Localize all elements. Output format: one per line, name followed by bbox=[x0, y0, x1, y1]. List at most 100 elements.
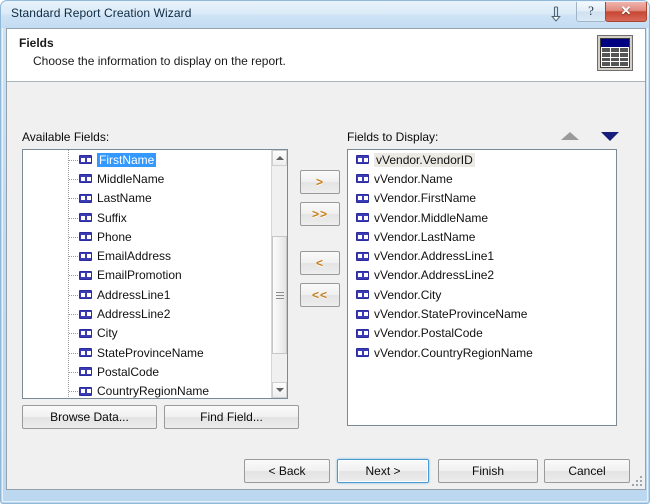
list-item[interactable]: MiddleName bbox=[23, 169, 270, 188]
sort-arrow-group bbox=[557, 127, 627, 145]
list-item[interactable]: vVendor.MiddleName bbox=[348, 208, 616, 227]
list-item[interactable]: vVendor.VendorID bbox=[348, 150, 616, 169]
field-icon bbox=[356, 193, 369, 203]
find-field-button[interactable]: Find Field... bbox=[164, 405, 299, 429]
list-item-label: CountryRegionName bbox=[97, 384, 210, 398]
dialog-client-area: Fields Choose the information to display… bbox=[6, 28, 646, 490]
scroll-down-button[interactable] bbox=[272, 382, 287, 398]
list-item-label: vVendor.PostalCode bbox=[374, 326, 483, 341]
field-icon bbox=[356, 270, 369, 280]
available-fields-label: Available Fields: bbox=[22, 130, 110, 144]
list-item[interactable]: EmailPromotion bbox=[23, 266, 270, 285]
list-item[interactable]: AddressLine1 bbox=[23, 285, 270, 304]
list-item[interactable]: AddressLine2 bbox=[23, 304, 270, 323]
scroll-up-button[interactable] bbox=[272, 150, 287, 166]
field-icon bbox=[79, 213, 92, 223]
sort-down-arrow-icon[interactable] bbox=[597, 127, 623, 145]
add-all-fields-button[interactable]: >> bbox=[300, 202, 340, 226]
available-items-container: FirstName MiddleName LastName Suffix Phone Em… bbox=[23, 150, 270, 398]
field-icon bbox=[79, 290, 92, 300]
list-item[interactable]: vVendor.StateProvinceName bbox=[348, 304, 616, 323]
list-item[interactable]: CountryRegionName bbox=[23, 382, 270, 398]
list-item[interactable]: vVendor.City bbox=[348, 285, 616, 304]
caret-up-icon bbox=[275, 156, 284, 160]
list-item[interactable]: vVendor.LastName bbox=[348, 227, 616, 246]
list-item-label: Suffix bbox=[97, 210, 127, 225]
page-title: Fields bbox=[19, 36, 54, 50]
list-item[interactable]: vVendor.FirstName bbox=[348, 189, 616, 208]
help-button[interactable]: ? bbox=[576, 2, 606, 22]
list-item-label: vVendor.CountryRegionName bbox=[374, 345, 533, 360]
list-item[interactable]: FirstName bbox=[23, 150, 270, 169]
list-item-label: AddressLine2 bbox=[97, 307, 171, 322]
browse-data-button[interactable]: Browse Data... bbox=[22, 405, 157, 429]
resize-grip[interactable] bbox=[631, 475, 643, 487]
list-item[interactable]: vVendor.AddressLine2 bbox=[348, 266, 616, 285]
list-item-label: vVendor.FirstName bbox=[374, 191, 477, 206]
table-grid-icon bbox=[597, 35, 633, 71]
list-item[interactable]: StateProvinceName bbox=[23, 343, 270, 362]
field-icon bbox=[79, 386, 92, 396]
add-field-button[interactable]: > bbox=[300, 170, 340, 194]
field-icon bbox=[356, 309, 369, 319]
list-item[interactable]: PostalCode bbox=[23, 362, 270, 381]
available-fields-listbox[interactable]: FirstName MiddleName LastName Suffix Phone Em… bbox=[22, 149, 288, 399]
list-item-label: MiddleName bbox=[97, 171, 165, 186]
next-button[interactable]: Next > bbox=[337, 459, 429, 483]
list-item[interactable]: vVendor.Name bbox=[348, 169, 616, 188]
sort-up-arrow-icon[interactable] bbox=[557, 127, 583, 145]
field-icon bbox=[79, 348, 92, 358]
list-item[interactable]: vVendor.AddressLine1 bbox=[348, 246, 616, 265]
display-fields-items: vVendor.VendorID vVendor.Name vVendor.Firs… bbox=[348, 150, 616, 425]
cancel-button[interactable]: Cancel bbox=[544, 459, 630, 483]
list-item-label: City bbox=[97, 326, 118, 341]
wizard-header: Fields Choose the information to display… bbox=[7, 29, 645, 82]
list-item-label: AddressLine1 bbox=[97, 287, 171, 302]
list-item-label: vVendor.MiddleName bbox=[374, 210, 489, 225]
field-icon bbox=[356, 232, 369, 242]
list-item-label: vVendor.City bbox=[374, 287, 442, 302]
list-item-label: vVendor.StateProvinceName bbox=[374, 307, 528, 322]
list-item[interactable]: vVendor.CountryRegionName bbox=[348, 343, 616, 362]
title-bar: Standard Report Creation Wizard ? ✕ bbox=[1, 1, 649, 28]
scrollbar-thumb[interactable] bbox=[272, 236, 287, 354]
page-subtitle: Choose the information to display on the… bbox=[33, 54, 286, 68]
field-icon bbox=[356, 174, 369, 184]
field-icon bbox=[356, 155, 369, 165]
field-icon bbox=[79, 193, 92, 203]
list-item[interactable]: vVendor.PostalCode bbox=[348, 324, 616, 343]
list-item[interactable]: City bbox=[23, 324, 270, 343]
field-icon bbox=[79, 328, 92, 338]
available-fields-items: FirstName MiddleName LastName Suffix Phone Em… bbox=[23, 150, 270, 398]
field-icon bbox=[79, 270, 92, 280]
fields-to-display-label: Fields to Display: bbox=[347, 130, 439, 144]
window-title: Standard Report Creation Wizard bbox=[11, 6, 192, 20]
field-icon bbox=[356, 328, 369, 338]
finish-button[interactable]: Finish bbox=[438, 459, 538, 483]
list-item-label: vVendor.VendorID bbox=[374, 152, 475, 167]
list-item[interactable]: Phone bbox=[23, 227, 270, 246]
wizard-window: Standard Report Creation Wizard ? ✕ Fiel… bbox=[0, 0, 650, 504]
fields-to-display-listbox[interactable]: vVendor.VendorID vVendor.Name vVendor.Firs… bbox=[347, 149, 617, 426]
list-item-label: vVendor.LastName bbox=[374, 229, 476, 244]
list-item-label: Phone bbox=[97, 229, 132, 244]
close-button[interactable]: ✕ bbox=[605, 2, 647, 22]
field-icon bbox=[79, 367, 92, 377]
list-item-label: PostalCode bbox=[97, 364, 160, 379]
list-item[interactable]: Suffix bbox=[23, 208, 270, 227]
list-item-label: EmailPromotion bbox=[97, 268, 182, 283]
field-icon bbox=[79, 174, 92, 184]
list-item-label: EmailAddress bbox=[97, 249, 172, 264]
display-items-container: vVendor.VendorID vVendor.Name vVendor.Firs… bbox=[348, 150, 616, 362]
list-item[interactable]: EmailAddress bbox=[23, 246, 270, 265]
list-item-label: vVendor.Name bbox=[374, 171, 453, 186]
collapse-arrow-icon[interactable] bbox=[546, 4, 566, 25]
field-icon bbox=[356, 290, 369, 300]
remove-field-button[interactable]: < bbox=[300, 251, 340, 275]
back-button[interactable]: < Back bbox=[244, 459, 330, 483]
list-item-label: vVendor.AddressLine1 bbox=[374, 249, 495, 264]
list-item-label: FirstName bbox=[97, 152, 157, 167]
remove-all-fields-button[interactable]: << bbox=[300, 283, 340, 307]
available-fields-scrollbar[interactable] bbox=[271, 150, 287, 398]
list-item[interactable]: LastName bbox=[23, 189, 270, 208]
